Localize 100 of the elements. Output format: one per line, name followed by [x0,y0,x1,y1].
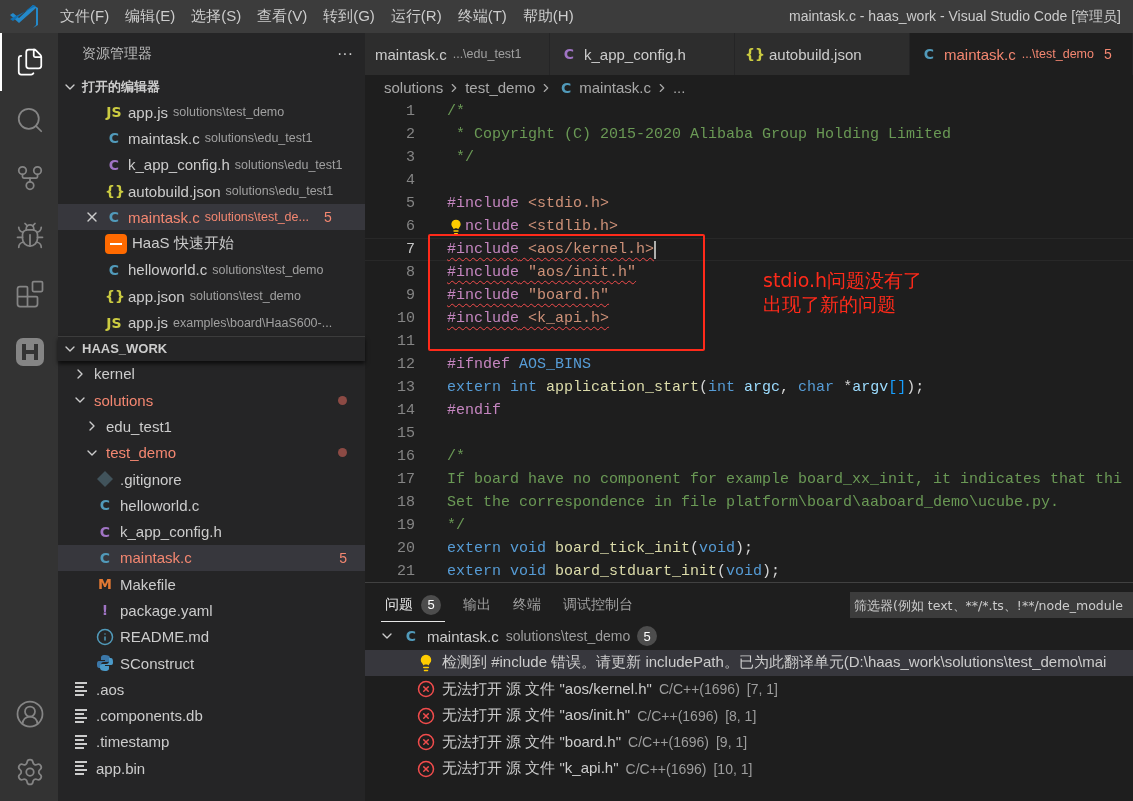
file-row[interactable]: README.md [58,623,365,650]
annotation-text: stdio.h问题没有了 出现了新的问题 [763,268,923,316]
line-number: 15 [396,425,415,442]
code-line: */ [455,149,474,166]
section-header[interactable]: HAAS_WORK [58,335,365,361]
file-row[interactable]: C k_app_config.h [58,518,365,545]
line-number: 17 [396,471,415,488]
problem-position: [10, 1] [713,760,753,777]
bug-icon[interactable] [15,221,45,251]
filter-field[interactable]: 筛选器(例如 text、**/*.ts、!**/node_module [850,592,1133,618]
python-icon [96,654,114,673]
problem-position: [8, 1] [725,707,757,724]
menu-item[interactable]: 选择(S) [183,7,250,26]
problem-row[interactable]: 无法打开 源 文件 "k_api.h" C/C++(1696) [10, 1] [365,755,1133,782]
search-icon[interactable] [15,105,45,135]
breadcrumb[interactable]: solutions [384,79,444,96]
breadcrumb[interactable]: ... [672,79,686,96]
file-row[interactable]: app.bin [58,755,365,782]
file-row[interactable]: .components.db [58,702,365,729]
extensions-icon[interactable] [15,279,45,309]
file-type-icon: C [105,261,123,278]
line-number: 12 [396,356,415,373]
file-row[interactable]: SConstruct [58,649,365,677]
folder-row[interactable]: kernel [58,360,365,387]
panel-tab[interactable]: 调试控制台 [559,589,637,621]
line-number: 20 [396,540,415,557]
problem-row[interactable]: 检测到 #include 错误。请更新 includePath。已为此翻译单元(D:\haas_work\solutions\test_demo\mai [365,649,1133,676]
file-name: maintask.c [120,549,192,567]
open-editor-row[interactable]: JS app.js examples\board\HaaS600-... [58,309,365,336]
problem-source: C/C++(1696) [628,734,709,751]
error-count: 5 [323,209,332,226]
editor-tab[interactable]: {} autobuild.json [735,33,910,75]
breadcrumb[interactable]: maintask.c [579,79,651,96]
problem-row[interactable]: 无法打开 源 文件 "board.h" C/C++(1696) [9, 1] [365,729,1133,756]
tab-path: ...\edu_test1 [452,47,522,61]
open-editor-row[interactable]: HaaS 快速开始 [58,230,365,257]
problem-group[interactable]: C maintask.c solutions\test_demo 5 [365,623,1133,650]
panel-tab[interactable]: 输出 [459,589,495,621]
line-number: 8 [405,264,415,281]
file-name: HaaS 快速开始 [132,234,234,254]
file-type-icon: C [105,209,123,226]
h-logo-icon[interactable] [15,337,45,367]
error-icon [417,706,435,725]
panel-tab[interactable]: 问题 5 [381,588,445,622]
open-editor-row[interactable]: C helloworld.c solutions\test_demo [58,256,365,284]
section-header[interactable]: 打开的编辑器 [58,75,365,99]
problem-source: C/C++(1696) [625,760,707,777]
file-row[interactable]: ! package.yaml [58,597,365,624]
open-editor-row[interactable]: C maintask.c solutions\edu_test1 [58,125,365,152]
menu-item[interactable]: 帮助(H) [514,7,582,26]
editor-tab[interactable]: C k_app_config.h [550,33,735,75]
menu-item[interactable]: 文件(F) [52,7,118,26]
folder-row[interactable]: test_demo [58,439,365,466]
menu-item[interactable]: 终端(T) [449,7,515,26]
code-line: #endif [447,402,501,419]
menu-item[interactable]: 转到(G) [315,7,383,26]
settings-icon[interactable] [15,757,45,787]
open-editor-row[interactable]: {} autobuild.json solutions\edu_test1 [58,177,365,205]
problem-position: [9, 1] [715,734,748,751]
open-editor-row[interactable]: C maintask.c solutions\test_de... 5 [58,204,365,231]
text-file-icon [72,706,90,725]
more-button[interactable]: ··· [337,45,353,63]
file-row[interactable]: .timestamp [58,728,365,756]
problem-row[interactable]: 无法打开 源 文件 "aos/kernel.h" C/C++(1696) [7, 1] [365,676,1133,703]
open-editor-row[interactable]: {} app.json solutions\test_demo [58,283,365,310]
menu-item[interactable]: 运行(R) [382,7,450,26]
file-name: kernel [94,365,135,383]
file-row[interactable]: .aos [58,676,365,703]
info-icon [96,627,114,646]
file-path: solutions\test_demo [212,262,324,277]
file-row[interactable]: C helloworld.c [58,492,365,519]
file-path: solutions\edu_test1 [204,131,313,146]
file-name: package.yaml [120,602,213,619]
code-line: extern void board_stduart_init(void); [447,563,781,580]
editor-tab[interactable]: C maintask.c ...\test_demo 5 [910,33,1133,75]
problem-message: 检测到 #include 错误。请更新 includePath。已为此翻译单元(D:\haas_work\solutions\test_demo\mai [442,653,1107,673]
file-row[interactable]: .gitignore [58,465,365,493]
panel-tab[interactable]: 终端 [509,589,545,621]
problem-message: 无法打开 源 文件 "k_api.h" [442,759,619,779]
file-type-icon: C [920,46,938,62]
menu-item[interactable]: 编辑(E) [117,7,184,26]
file-row[interactable]: M Makefile [58,571,365,598]
code-line: #include "board.h" [447,287,610,304]
account-icon[interactable] [15,699,45,729]
file-row[interactable]: C maintask.c 5 [58,544,365,572]
line-number: 11 [396,333,415,350]
code-line: extern void board_tick_init(void); [447,540,754,557]
open-editor-row[interactable]: C k_app_config.h solutions\edu_test1 [58,151,365,178]
menu-item[interactable]: 查看(V) [249,7,316,26]
folder-row[interactable]: solutions [58,386,365,414]
file-name: app.json [128,287,185,305]
source-control-icon[interactable] [15,163,45,193]
open-editor-row[interactable]: JS app.js solutions\test_demo [58,99,365,126]
problem-row[interactable]: 无法打开 源 文件 "aos/init.h" C/C++(1696) [8, 1] [365,702,1133,729]
breadcrumb[interactable]: test_demo [465,79,536,96]
folder-row[interactable]: edu_test1 [58,413,365,440]
files-icon[interactable] [15,47,45,77]
editor-tab[interactable]: maintask.c ...\edu_test1 [365,33,550,75]
file-type-icon: {} [105,183,123,200]
tab-title: maintask.c [944,45,1016,63]
